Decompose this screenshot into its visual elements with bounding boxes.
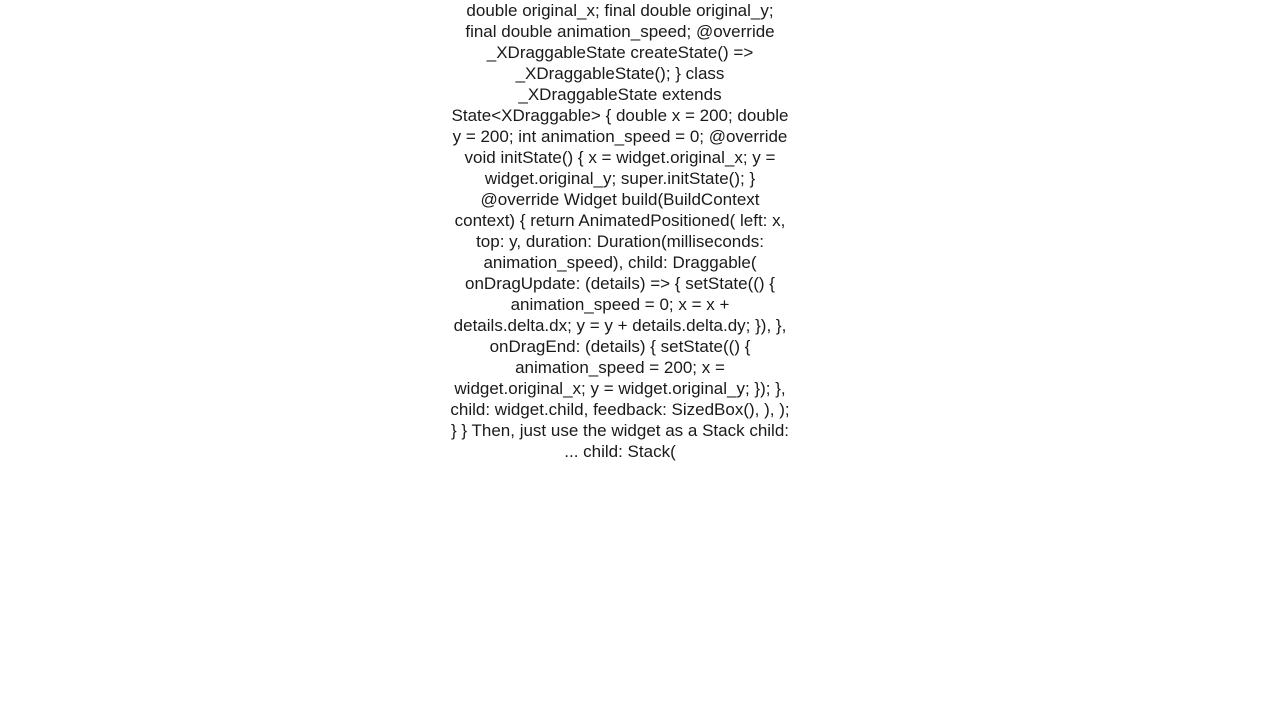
code-text-block: this.original_y, this.animation_speed = … <box>450 0 790 462</box>
